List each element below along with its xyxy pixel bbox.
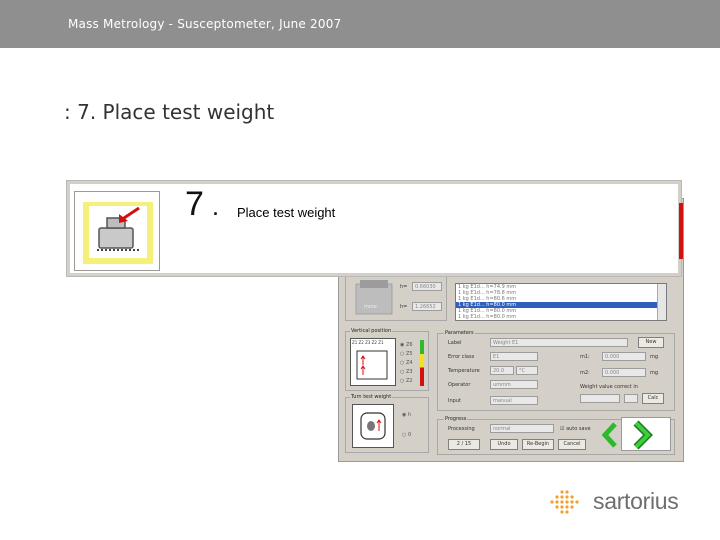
vertical-position-panel: Vertical position Z1 Z2 Z3 Z2 Z1 ◉ Z6 ○ … [345,328,429,391]
prev-arrow-icon[interactable] [601,421,619,449]
weight-value-unit[interactable] [624,394,638,403]
weight-field-2[interactable]: 1.26652 [412,302,442,311]
temperature-label: Temperature [448,368,480,374]
m1-field[interactable]: 0.000 [602,352,646,361]
undo-button[interactable]: Undo [490,439,518,450]
turn-test-weight-panel: Turn test weight ◉ h ○ 0 [345,394,429,453]
turn-weight-diagram [352,404,394,448]
weight-label-2: h= [400,304,408,310]
temperature-field[interactable]: 20.0 [490,366,514,375]
radio-z2[interactable]: ○ Z2 [400,378,413,384]
m1-label: m1: [580,354,590,360]
slide-title: : 7. Place test weight [64,100,275,124]
radio-turn-h[interactable]: ◉ h [402,412,411,418]
vertical-position-title: Vertical position [350,328,393,334]
radio-z4[interactable]: ○ Z4 [400,360,413,366]
m2-field[interactable]: 0.000 [602,368,646,377]
processing-select[interactable]: normal [490,424,554,433]
radio-z6[interactable]: ◉ Z6 [400,342,413,348]
red-status-edge [679,203,683,259]
new-button[interactable]: New [638,337,664,348]
operator-label: Operator [448,382,471,388]
sartorius-logo-icon [550,490,579,514]
error-class-label: Error class [448,354,475,360]
parameters-title: Parameters [444,330,475,336]
parameters-panel: Parameters Label Weight E1 New Error cla… [437,330,675,411]
weight-image-icon: mme [355,280,393,315]
radio-turn-0[interactable]: ○ 0 [402,432,411,438]
auto-save-checkbox[interactable]: ☑ auto save [560,426,591,432]
turn-test-weight-title: Turn test weight [350,394,393,400]
label-select[interactable]: Weight E1 [490,338,628,347]
step-number: 7. [185,185,220,223]
sartorius-logo-text: sartorius [593,488,679,514]
vertical-position-header: Z1 Z2 Z3 Z2 Z1 [352,340,384,345]
header-text: Mass Metrology - Susceptometer, June 200… [68,17,342,31]
weight-value-field[interactable] [580,394,620,403]
position-indicator-bar [420,340,424,386]
weights-list[interactable]: 1 kg E1d... h=74.9 mm 1 kg E1d... h=78.8… [455,283,667,321]
error-class-select[interactable]: E1 [490,352,538,361]
input-label: Input [448,398,461,404]
instruction-banner: 7. Place test weight [66,180,683,277]
operator-field[interactable]: ummm [490,380,538,389]
re-begin-button[interactable]: Re-Begin [522,439,554,450]
calc-button[interactable]: Calc [642,393,664,404]
m2-label: m2: [580,370,590,376]
weight-label-1: h= [400,284,408,290]
turn-weight-icon [360,412,386,440]
processing-label: Processing [448,426,475,432]
m1-unit: mg [650,354,659,360]
position-arrows-icon [356,350,388,380]
weight-value-label: Weight value correct in [580,384,638,390]
step-counter: 2 / 15 [448,439,480,450]
list-scrollbar[interactable] [657,284,666,320]
weight-placement-icon [83,202,153,264]
weight-field-1[interactable]: 0.66030 [412,282,442,291]
step-instruction-text: Place test weight [237,205,336,220]
weight-caption: mme [364,304,377,310]
cancel-button[interactable]: Cancel [558,439,586,450]
next-arrow-icon [633,420,653,450]
weight-placement-icon-frame [74,191,160,271]
temperature-unit-select[interactable]: °C [516,366,538,375]
next-button[interactable] [621,417,671,451]
input-select[interactable]: manual [490,396,538,405]
vertical-position-diagram: Z1 Z2 Z3 Z2 Z1 [350,338,396,386]
m2-unit: mg [650,370,659,376]
list-item[interactable]: 1 kg E1d... h=80.0 mm [456,314,666,320]
radio-z3[interactable]: ○ Z3 [400,369,413,375]
weight-display-panel: mme h= 0.66030 h= 1.26652 [345,273,447,321]
progress-title: Progress [444,416,468,422]
label-label: Label [448,340,462,346]
radio-z5[interactable]: ○ Z5 [400,351,413,357]
header-bar: Mass Metrology - Susceptometer, June 200… [0,0,720,48]
